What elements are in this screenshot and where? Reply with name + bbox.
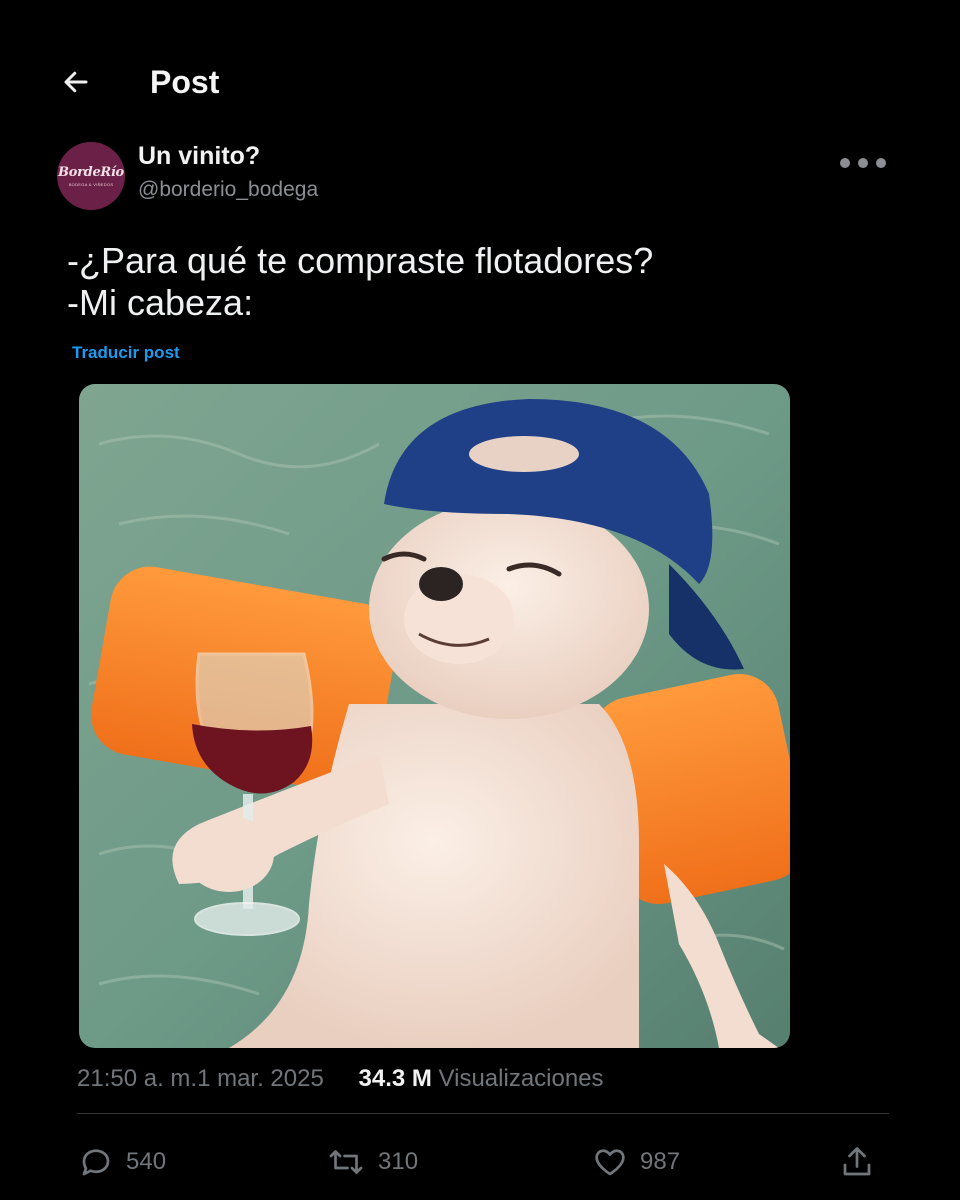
arrow-left-icon (64, 71, 88, 93)
views-count: 34.3 M (358, 1065, 432, 1092)
reply-button[interactable]: 540 (78, 1142, 166, 1182)
author-handle[interactable]: @borderio_bodega (138, 178, 318, 202)
like-button[interactable]: 987 (592, 1142, 680, 1182)
post-text-line: -Mi cabeza: (67, 282, 254, 323)
reply-count: 540 (126, 1148, 167, 1175)
author-display-name[interactable]: Un vinito? (138, 142, 260, 171)
heart-icon (595, 1149, 625, 1176)
page-title: Post (150, 64, 220, 100)
like-count: 987 (640, 1148, 681, 1175)
post-media-image[interactable] (79, 384, 790, 1048)
more-dot-icon (876, 158, 886, 168)
share-button[interactable] (838, 1142, 876, 1182)
avatar-logo-subtext: BODEGA & VIÑEDOS (68, 182, 114, 187)
repost-icon (329, 1150, 363, 1174)
repost-count: 310 (378, 1148, 419, 1175)
post-text: -¿Para qué te compraste flotadores? -Mi … (67, 240, 653, 324)
avatar[interactable]: BordeRío BODEGA & VIÑEDOS (57, 142, 125, 210)
translate-post-link[interactable]: Traducir post (72, 343, 180, 363)
repost-button[interactable]: 310 (326, 1142, 418, 1182)
post-text-line: -¿Para qué te compraste flotadores? (67, 240, 654, 281)
more-dot-icon (858, 158, 868, 168)
reply-icon (82, 1149, 110, 1176)
avatar-logo-text: BordeRío (58, 165, 124, 180)
chihuahua-photo-illustration (79, 384, 790, 1048)
divider (77, 1113, 889, 1114)
post-timestamp[interactable]: 21:50 a. m.1 mar. 2025 (77, 1065, 324, 1092)
more-options-button[interactable] (830, 148, 896, 178)
more-dot-icon (840, 158, 850, 168)
post-meta: 21:50 a. m.1 mar. 2025 34.3 M Visualizac… (77, 1065, 604, 1093)
back-button[interactable] (56, 62, 96, 102)
share-icon (843, 1147, 871, 1176)
views-label: Visualizaciones (438, 1065, 604, 1092)
